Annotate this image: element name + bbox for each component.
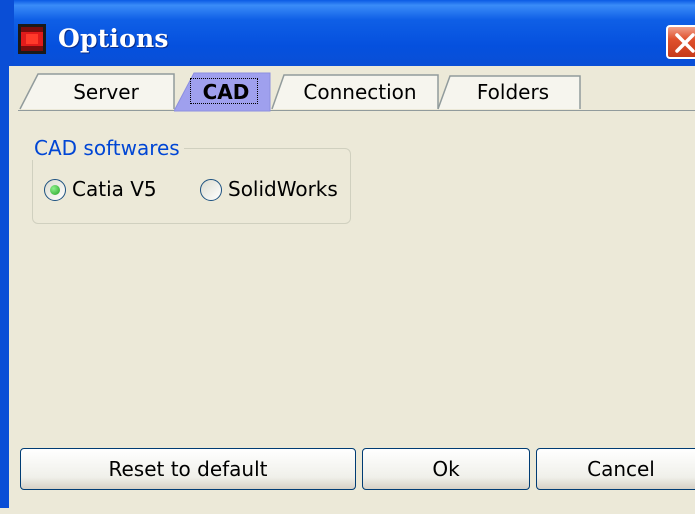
window-frame-left bbox=[0, 66, 9, 514]
close-button[interactable] bbox=[666, 25, 695, 59]
window-frame-left-edge bbox=[0, 0, 14, 66]
ok-button[interactable]: Ok bbox=[362, 448, 530, 490]
radio-dot-icon bbox=[50, 185, 60, 195]
tab-server-label: Server bbox=[73, 80, 139, 104]
tab-strip: Server Folders Connection CAD bbox=[18, 72, 695, 112]
radio-unselected-icon bbox=[200, 179, 222, 201]
radio-catia-v5-label: Catia V5 bbox=[72, 177, 157, 201]
radio-solidworks-label: SolidWorks bbox=[228, 177, 338, 201]
title-bar[interactable]: Options bbox=[0, 0, 695, 66]
tab-connection-label: Connection bbox=[303, 80, 417, 104]
close-icon bbox=[675, 33, 695, 53]
tab-panel-cad: CAD softwares Catia V5 SolidWorks bbox=[18, 110, 695, 447]
tab-folders-label: Folders bbox=[476, 80, 550, 104]
radio-catia-v5[interactable]: Catia V5 bbox=[44, 177, 194, 209]
radio-solidworks[interactable]: SolidWorks bbox=[200, 177, 350, 209]
window-frame-bottom bbox=[0, 508, 695, 514]
reset-to-default-button[interactable]: Reset to default bbox=[20, 448, 356, 490]
tab-cad[interactable]: CAD bbox=[174, 72, 274, 112]
tab-folders[interactable]: Folders bbox=[436, 72, 582, 110]
tab-server[interactable]: Server bbox=[18, 72, 178, 110]
radio-selected-icon bbox=[44, 179, 66, 201]
options-dialog: Options Server Folders Connection CAD CA… bbox=[0, 0, 695, 514]
window-title: Options bbox=[58, 24, 169, 53]
cancel-button[interactable]: Cancel bbox=[536, 448, 695, 490]
tab-connection[interactable]: Connection bbox=[270, 72, 440, 110]
application-icon bbox=[18, 24, 46, 54]
focus-rectangle bbox=[190, 78, 258, 104]
cad-software-group-label: CAD softwares bbox=[32, 136, 184, 160]
